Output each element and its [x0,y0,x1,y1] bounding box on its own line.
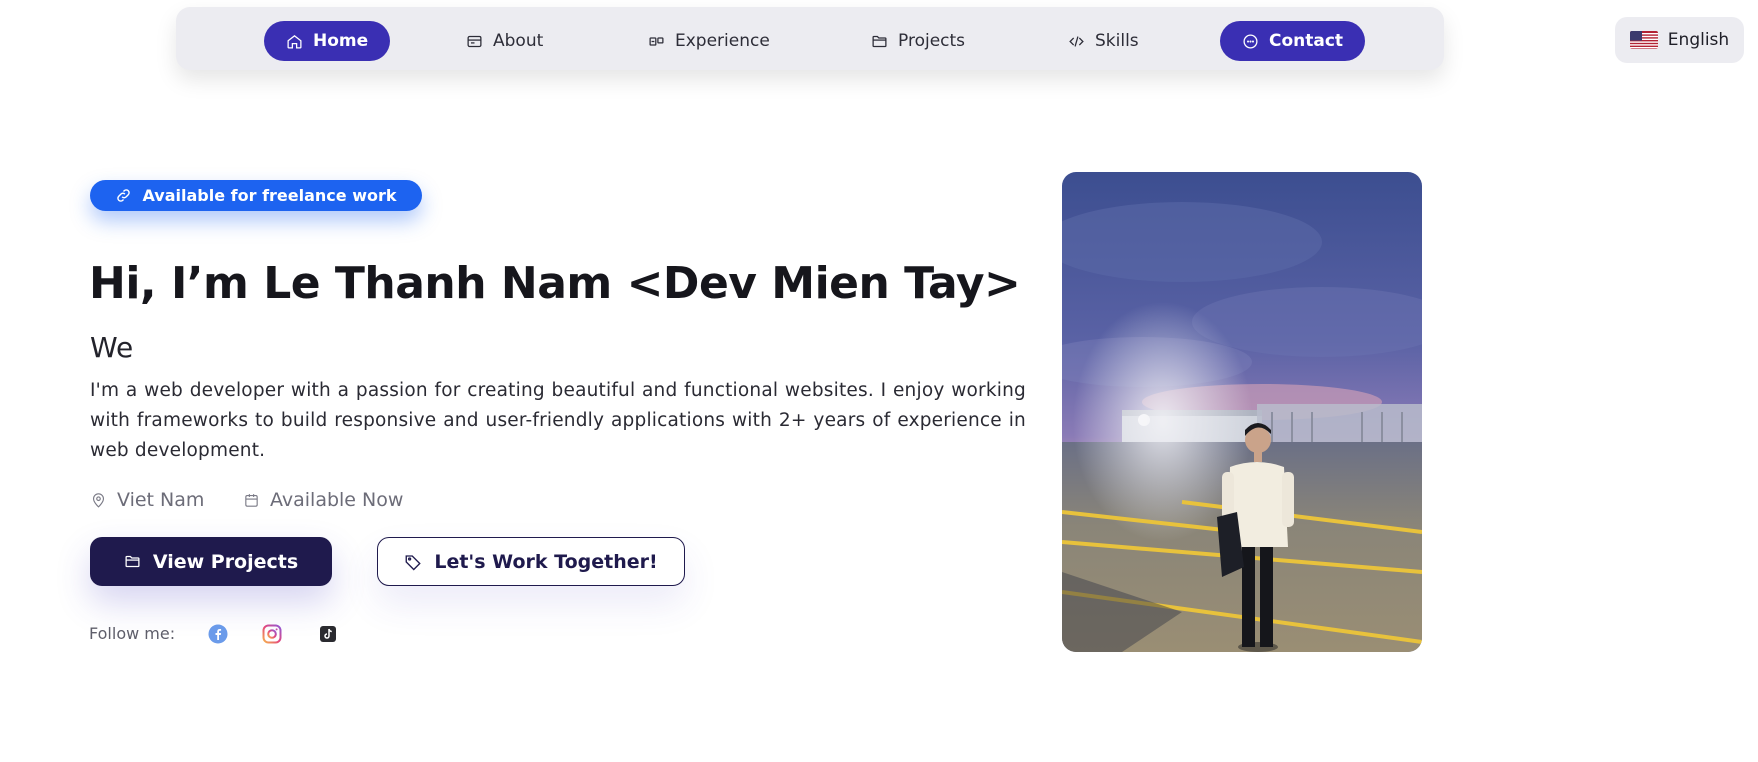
nav-about-label: About [493,31,544,51]
tag-icon [405,554,422,570]
nav-about[interactable]: About [466,21,543,61]
nav-projects[interactable]: Projects [871,21,965,61]
calendar-icon [245,493,258,507]
map-pin-icon [92,492,105,508]
view-projects-button[interactable]: View Projects [90,537,332,586]
freelance-badge: Available for freelance work [90,180,422,211]
nav-contact-label: Contact [1269,31,1344,51]
follow-label: Follow me: [89,624,176,643]
hero-title: Hi, I’m Le Thanh Nam <Dev Mien Tay> [89,258,1021,309]
nav-skills[interactable]: Skills [1068,21,1139,61]
language-label: English [1667,30,1730,50]
nav-experience[interactable]: Experience [648,21,770,61]
folder-icon [872,35,887,47]
language-switcher[interactable]: English [1615,17,1744,63]
chat-icon [1243,33,1258,49]
instagram-icon[interactable] [262,624,282,644]
nav-projects-label: Projects [898,31,966,51]
profile-photo [1062,172,1422,652]
nav-home-label: Home [313,31,369,51]
freelance-badge-label: Available for freelance work [142,186,397,205]
work-together-label: Let's Work Together! [434,550,658,573]
code-icon [1069,35,1084,47]
availability-label: Available Now [270,489,404,511]
link-icon [117,189,131,202]
nav-home[interactable]: Home [264,21,391,61]
us-flag-icon [1629,31,1658,49]
nav-experience-label: Experience [675,31,770,51]
folder-icon [125,555,140,568]
nav-contact[interactable]: Contact [1220,21,1366,61]
view-projects-label: View Projects [152,550,299,573]
facebook-icon[interactable] [208,624,228,644]
briefcase-icon [649,36,664,46]
availability-info: Available Now [243,489,403,511]
bio-paragraph: I'm a web developer with a passion for c… [90,380,1026,461]
location-info: Viet Nam [90,489,204,511]
top-navigation: Home About Experience Projects Skills Co… [176,7,1444,70]
home-icon [287,34,302,49]
tiktok-icon[interactable] [318,624,338,644]
id-card-icon [467,35,482,47]
typing-text: We [90,331,134,364]
nav-skills-label: Skills [1095,31,1139,51]
location-label: Viet Nam [117,489,205,511]
work-together-button[interactable]: Let's Work Together! [377,537,685,586]
